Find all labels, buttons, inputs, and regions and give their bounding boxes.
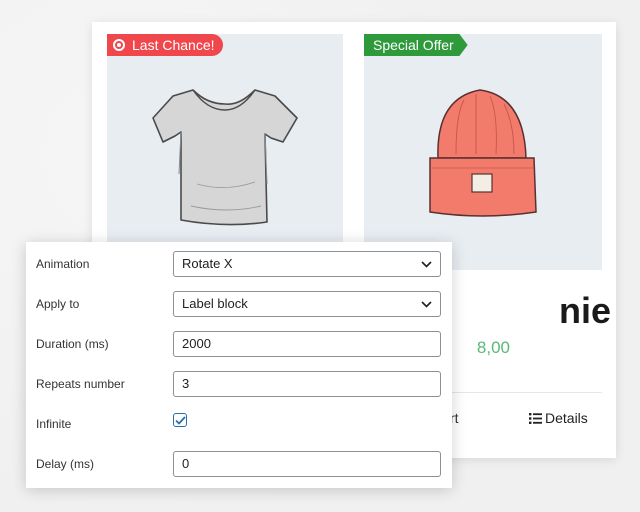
animation-select-value: Rotate X (182, 256, 233, 271)
animation-row: Animation Rotate X (26, 244, 452, 284)
animation-select[interactable]: Rotate X (173, 251, 441, 277)
divider (434, 392, 602, 393)
product-price: 8,00 (476, 338, 510, 357)
chevron-down-icon (421, 300, 432, 308)
apply-to-select[interactable]: Label block (173, 291, 441, 317)
tshirt-image (152, 89, 298, 226)
delay-input[interactable]: 0 (173, 451, 441, 477)
checkmark-icon (174, 415, 186, 425)
product-card-beanie-image[interactable]: Special Offer (364, 34, 602, 270)
duration-row: Duration (ms) 2000 (26, 324, 452, 364)
infinite-label: Infinite (36, 417, 72, 431)
details-link[interactable]: Details (529, 410, 588, 426)
list-icon (529, 412, 542, 424)
apply-to-row: Apply to Label block (26, 284, 452, 324)
infinite-checkbox[interactable] (173, 413, 187, 427)
infinite-row: Infinite (26, 404, 452, 444)
apply-to-select-value: Label block (182, 296, 248, 311)
beanie-image (429, 89, 537, 217)
duration-label: Duration (ms) (36, 337, 109, 351)
delay-row: Delay (ms) 0 (26, 444, 452, 484)
duration-input[interactable]: 2000 (173, 331, 441, 357)
animation-settings-panel: Animation Rotate X Apply to Label block … (26, 242, 452, 488)
apply-to-label: Apply to (36, 297, 80, 311)
product-card-tshirt-image[interactable]: Last Chance! (107, 34, 343, 270)
delay-label: Delay (ms) (36, 457, 95, 471)
repeats-input[interactable]: 3 (173, 371, 441, 397)
product-name: nie (558, 290, 611, 331)
repeats-row: Repeats number 3 (26, 364, 452, 404)
chevron-down-icon (421, 260, 432, 268)
animation-label: Animation (36, 257, 90, 271)
details-label: Details (545, 410, 588, 426)
repeats-label: Repeats number (36, 377, 125, 391)
